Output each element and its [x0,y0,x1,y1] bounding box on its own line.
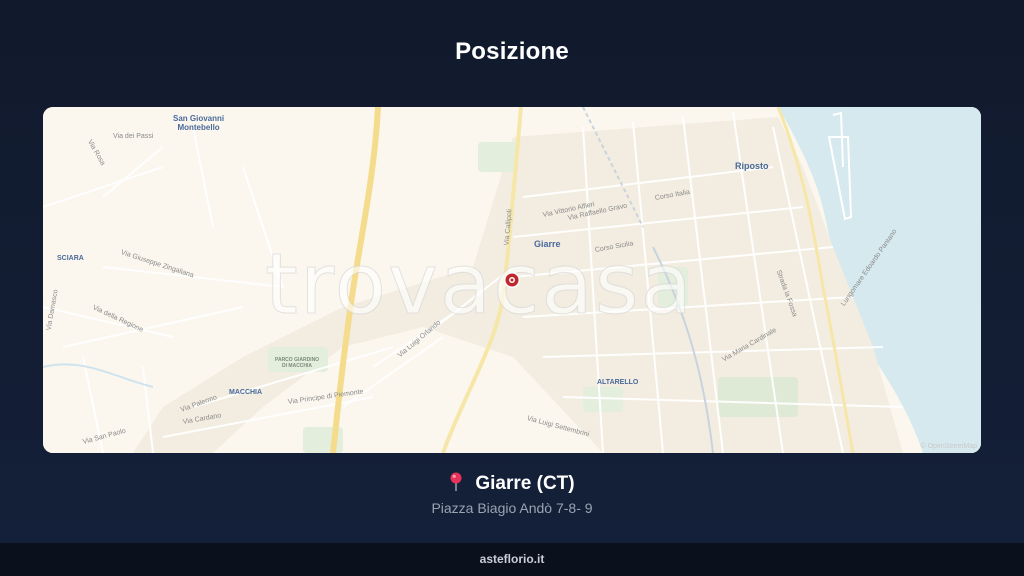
street-label: Via dei Passi [113,133,154,140]
location-address: Piazza Biagio Andò 7-8- 9 [431,500,593,516]
town-altarello: ALTARELLO [597,379,639,386]
map[interactable]: trovacasa San Giovanni Montebello Ripost… [43,107,981,453]
watermark: trovacasa [264,235,695,334]
park-label-text: PARCO GIARDINO DI MACCHIA [275,357,320,369]
map-attribution[interactable]: © OpenStreetMap [920,443,977,450]
map-marker-icon[interactable] [503,271,521,289]
town-riposto: Riposto [735,161,769,171]
park-label: PARCO GIARDINO DI MACCHIA [275,357,319,369]
round-pushpin-icon [450,472,462,491]
town-san-giovanni: San Giovanni Montebello [173,114,224,132]
footer-site-link[interactable]: asteflorio.it [480,552,545,566]
town-label: San Giovanni Montebello [173,114,225,132]
town-giarre: Giarre [534,239,561,249]
location-city: Giarre (CT) [475,473,575,494]
page-title: Posizione [455,38,569,65]
town-macchia: MACCHIA [229,389,263,396]
town-sciara: SCIARA [57,255,84,262]
footer: asteflorio.it [0,543,1024,576]
location-title: Giarre (CT) [0,472,1024,495]
